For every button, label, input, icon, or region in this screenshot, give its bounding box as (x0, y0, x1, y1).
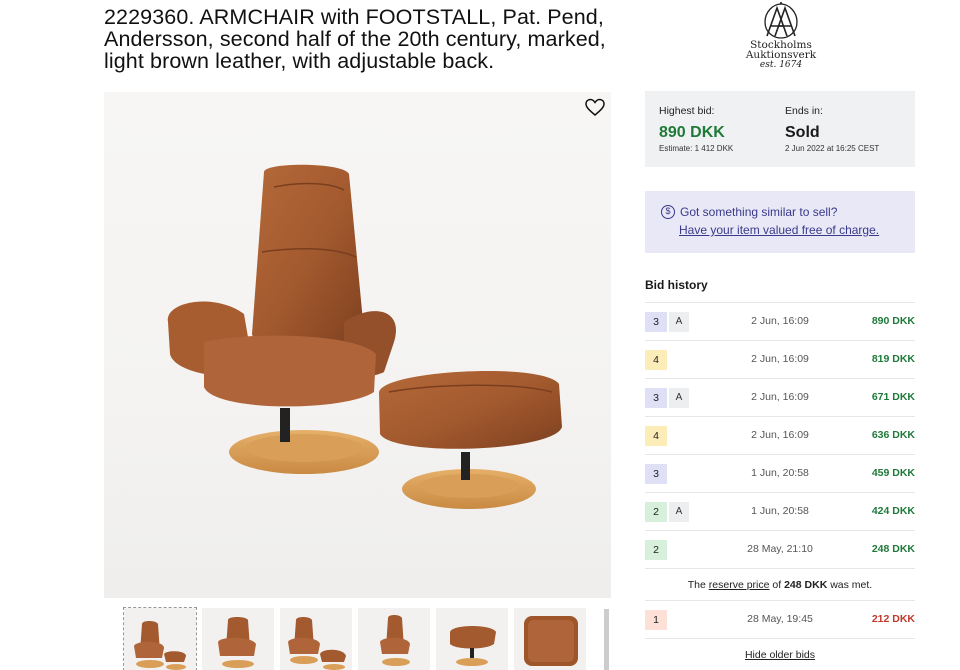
reserve-note: The reserve price of 248 DKK was met. (645, 568, 915, 600)
hide-older-bids-link[interactable]: Hide older bids (645, 638, 915, 670)
monogram-icon (764, 2, 798, 39)
ends-in-label: Ends in: (785, 105, 823, 117)
bid-amount: 424 DKK (871, 505, 915, 517)
sell-banner-text: Got something similar to sell? (680, 205, 838, 219)
thumbnail-3[interactable] (280, 608, 352, 670)
thumbnail-5[interactable] (436, 608, 508, 670)
bid-amount: 819 DKK (871, 353, 915, 365)
bid-row: 3 A 2 Jun, 16:09 890 DKK (645, 302, 915, 340)
bid-history-list: 3 A 2 Jun, 16:09 890 DKK 4 2 Jun, 16:09 … (645, 302, 915, 670)
reserve-amount: 248 DKK (784, 579, 828, 591)
highest-bid-value: 890 DKK (659, 124, 725, 141)
highest-bid-label: Highest bid: (659, 105, 715, 117)
logo-line-3: est. 1674 (759, 60, 803, 70)
bid-row: 3 A 2 Jun, 16:09 671 DKK (645, 378, 915, 416)
bid-amount: 248 DKK (871, 543, 915, 555)
bid-summary-panel: Highest bid: 890 DKK Estimate: 1 412 DKK… (645, 91, 915, 167)
thumbnail-6[interactable] (514, 608, 586, 670)
bid-row: 4 2 Jun, 16:09 819 DKK (645, 340, 915, 378)
valuation-link[interactable]: Have your item valued free of charge. (679, 223, 915, 237)
sell-banner: $ Got something similar to sell? Have yo… (645, 191, 915, 253)
lot-title: 2229360. ARMCHAIR with FOOTSTALL, Pat. P… (104, 5, 606, 73)
bid-amount: 671 DKK (871, 391, 915, 403)
thumbnail-4[interactable] (358, 608, 430, 670)
bid-row: 2 A 1 Jun, 20:58 424 DKK (645, 492, 915, 530)
bid-history-title: Bid history (645, 278, 708, 292)
logo-line-2: Auktionsverk (745, 49, 817, 61)
estimate-text: Estimate: 1 412 DKK (659, 144, 734, 153)
bid-amount: 890 DKK (871, 315, 915, 327)
ends-date: 2 Jun 2022 at 16:25 CEST (785, 144, 880, 153)
favorite-heart-icon[interactable] (585, 98, 605, 118)
auction-house-logo[interactable]: Stockholms Auktionsverk est. 1674 (744, 2, 818, 78)
bid-row: 4 2 Jun, 16:09 636 DKK (645, 416, 915, 454)
thumbnail-strip (123, 607, 586, 670)
ends-in-value: Sold (785, 124, 820, 141)
bid-amount: 636 DKK (871, 429, 915, 441)
bid-amount: 459 DKK (871, 467, 915, 479)
thumbnail-1[interactable] (123, 607, 197, 670)
main-product-image[interactable] (104, 92, 611, 598)
dollar-circle-icon: $ (661, 205, 675, 219)
bid-amount: 212 DKK (871, 613, 915, 625)
bid-row: 2 28 May, 21:10 248 DKK (645, 530, 915, 568)
armchair-photo (167, 164, 562, 509)
reserve-mid: of (772, 579, 782, 591)
thumbnail-scrollbar[interactable] (604, 609, 609, 670)
reserve-price-link[interactable]: reserve price (709, 579, 770, 591)
bid-row: 1 28 May, 19:45 212 DKK (645, 600, 915, 638)
reserve-pre: The (687, 579, 706, 591)
bid-row: 3 1 Jun, 20:58 459 DKK (645, 454, 915, 492)
thumbnail-2[interactable] (202, 608, 274, 670)
reserve-post: was met. (830, 579, 873, 591)
